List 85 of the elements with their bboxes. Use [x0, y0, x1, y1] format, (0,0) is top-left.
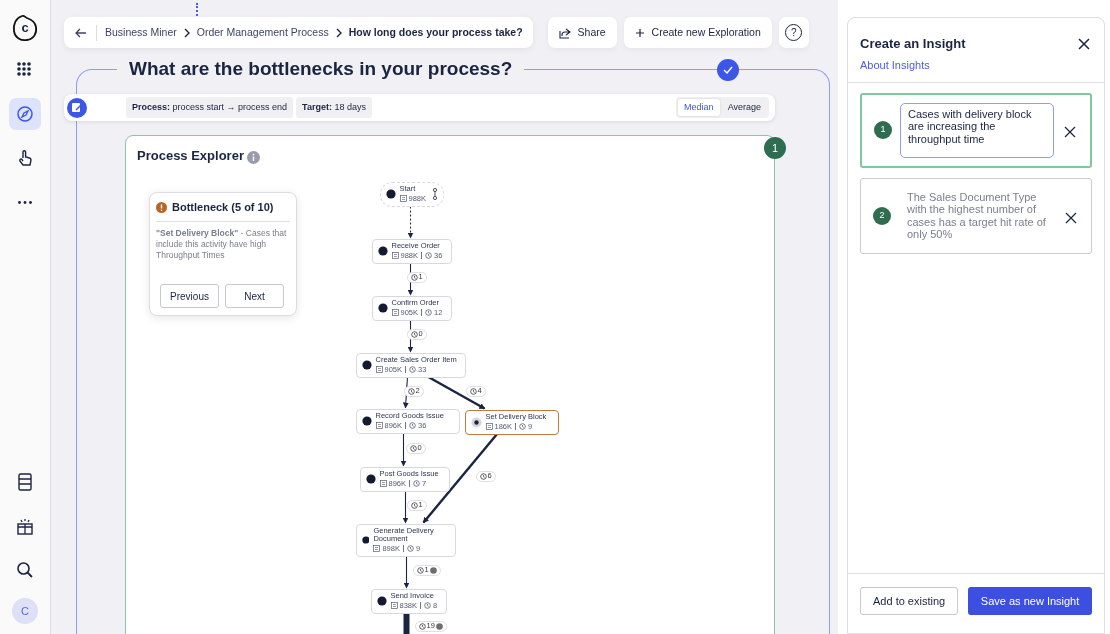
- insight-input[interactable]: Cases with delivery block are increasing the throughput time: [900, 102, 1054, 158]
- share-icon: [558, 26, 571, 39]
- clock-icon: [479, 472, 487, 480]
- activity-dot-icon: [361, 360, 372, 371]
- clock-icon: [425, 308, 433, 316]
- insight-card[interactable]: 2 The Sales Document Type with the highest number of cases has a target hit rate of only 50%: [860, 177, 1092, 255]
- insight-text: The Sales Document Type with the highest number of cases has a target hit rate of only 50%: [906, 189, 1047, 243]
- case-icon: [391, 308, 399, 316]
- count-badge: 1: [764, 137, 786, 159]
- clock-icon: [409, 421, 417, 429]
- clock-icon: [410, 273, 418, 281]
- activity-dot-icon: [365, 474, 376, 485]
- flow-arrow: [407, 206, 414, 239]
- popover-title: Bottleneck (5 of 10): [172, 200, 274, 215]
- logo[interactable]: c: [12, 14, 38, 42]
- clock-icon: [519, 422, 527, 430]
- breadcrumb-link[interactable]: Business Miner: [105, 24, 177, 41]
- database-icon[interactable]: [15, 472, 35, 492]
- case-icon: [373, 545, 381, 553]
- clock-icon: [416, 566, 424, 574]
- gift-icon[interactable]: [15, 516, 35, 536]
- activity-dot-icon: [377, 303, 388, 314]
- popover-text: "Set Delivery Block" - Cases that include this activity have high Throughput Times: [156, 227, 288, 261]
- flow-arrow: [402, 375, 409, 409]
- card-title: Process Explorer: [137, 147, 244, 165]
- flow-arrow: [407, 261, 414, 296]
- case-icon: [399, 194, 407, 202]
- activity-dot-icon: [377, 246, 388, 257]
- flow-arrow: [426, 375, 486, 410]
- clock-icon: [424, 601, 432, 609]
- case-icon: [379, 479, 387, 487]
- case-icon: [391, 251, 399, 259]
- clock-icon: [409, 444, 417, 452]
- insight-number: 1: [874, 121, 892, 139]
- case-icon: [375, 421, 383, 429]
- compass-icon: [15, 104, 35, 124]
- about-insights-link[interactable]: About Insights: [860, 56, 930, 73]
- clock-icon: [410, 501, 418, 509]
- flow-arrow: [400, 431, 407, 467]
- share-button[interactable]: Share: [547, 17, 617, 48]
- flag-dot-icon: [435, 622, 443, 630]
- flow-arrow: [402, 489, 409, 524]
- panel-title: Create an Insight: [860, 35, 966, 53]
- activity-dot-icon: [361, 535, 370, 546]
- save-insight-button[interactable]: Save as new Insight: [968, 586, 1092, 615]
- activity-dot-icon: [470, 416, 482, 428]
- user-avatar[interactable]: C: [12, 598, 38, 624]
- plus-icon: [634, 27, 645, 38]
- connector-icon: [431, 188, 438, 201]
- case-icon: [485, 422, 493, 430]
- toggle-option[interactable]: Median: [678, 98, 720, 117]
- clock-icon: [406, 545, 414, 553]
- chevron-right-icon: [334, 27, 343, 38]
- next-button[interactable]: Next: [225, 284, 284, 308]
- previous-button[interactable]: Previous: [160, 284, 219, 308]
- activity-dot-icon: [385, 189, 396, 200]
- add-existing-button[interactable]: Add to existing: [860, 586, 959, 615]
- case-icon: [375, 365, 383, 373]
- info-icon[interactable]: [247, 148, 260, 166]
- clock-icon: [425, 251, 433, 259]
- search-icon[interactable]: [15, 560, 35, 580]
- edit-icon: [67, 97, 87, 118]
- clock-icon: [410, 330, 418, 338]
- filter-chip[interactable]: Process: process start → process end: [126, 96, 294, 119]
- breadcrumb-link[interactable]: Order Management Process: [196, 24, 329, 41]
- chevron-right-icon: [182, 27, 191, 38]
- case-icon: [390, 601, 398, 609]
- clock-icon: [413, 479, 421, 487]
- flow-arrow: [407, 318, 414, 353]
- activity-dot-icon: [376, 596, 387, 607]
- more-icon: [18, 200, 32, 204]
- clock-icon: [418, 622, 426, 630]
- insight-number: 2: [873, 206, 891, 225]
- help-button[interactable]: ?: [778, 17, 809, 48]
- flag-dot-icon: [429, 566, 437, 574]
- toggle-option[interactable]: Average: [721, 98, 767, 117]
- clock-icon: [469, 387, 477, 395]
- insight-card[interactable]: 1 Cases with delivery block are increasing the throughput time: [860, 92, 1092, 168]
- flow-arrow: [403, 554, 410, 589]
- clock-icon: [409, 365, 417, 373]
- clock-icon: [407, 387, 415, 395]
- create-exploration-button[interactable]: Create new Exploration: [623, 17, 772, 48]
- warning-icon: [156, 201, 167, 213]
- filter-chip[interactable]: Target: 18 days: [296, 96, 372, 119]
- activity-dot-icon: [361, 416, 372, 427]
